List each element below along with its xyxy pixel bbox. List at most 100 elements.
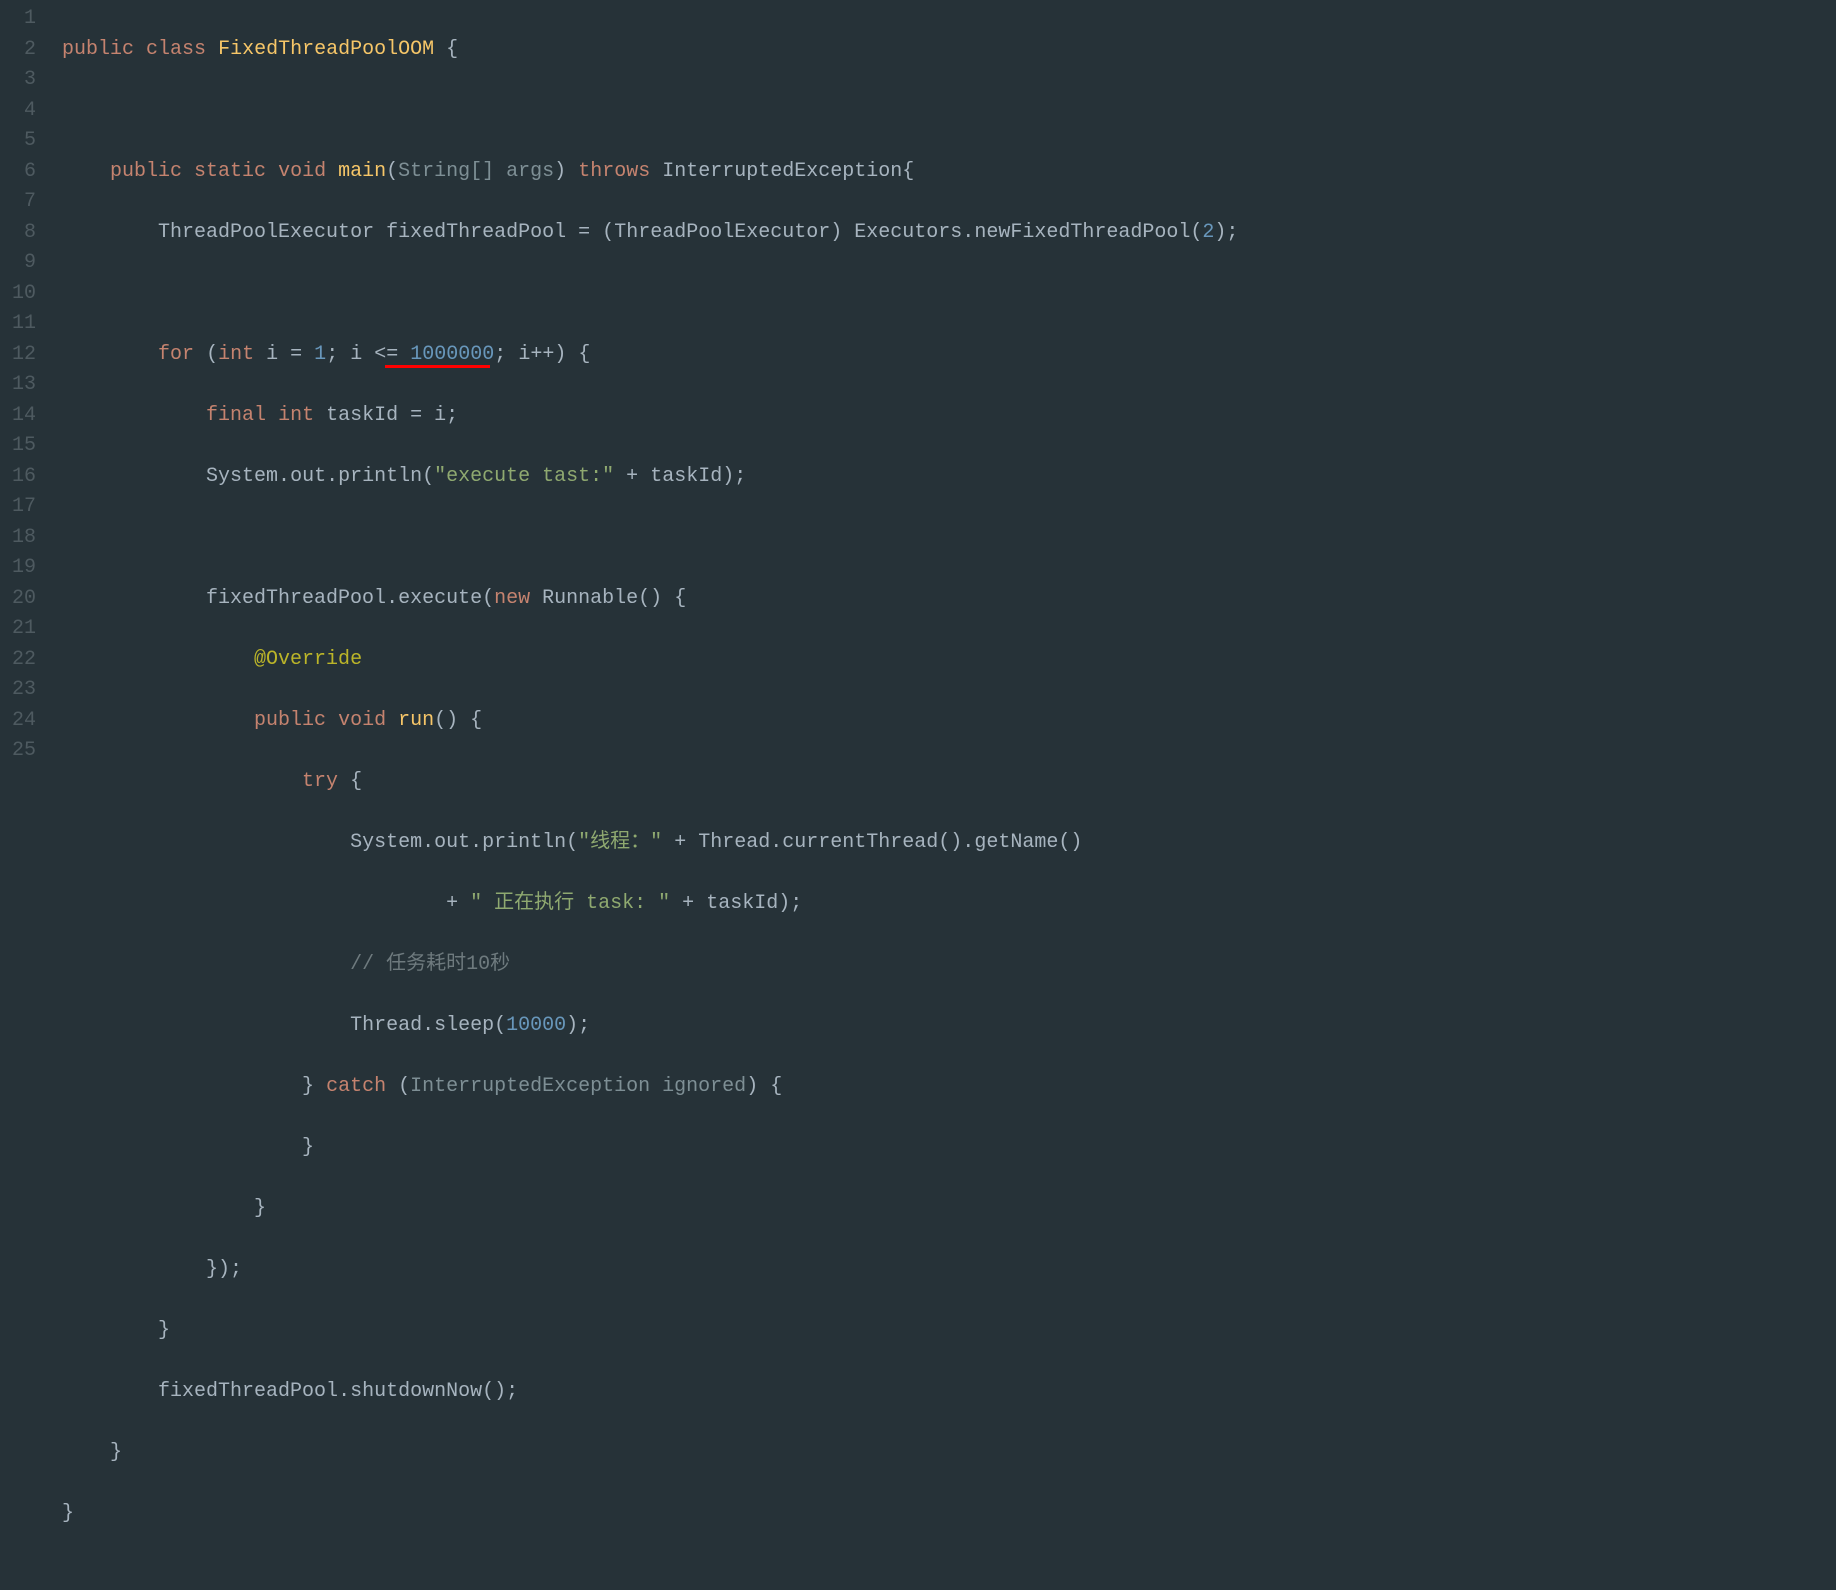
- code-line[interactable]: @Override: [50, 645, 1836, 676]
- line-number: 10: [0, 279, 36, 310]
- paren: ): [830, 221, 842, 244]
- code-line[interactable]: + " 正在执行 task: " + taskId);: [50, 889, 1836, 920]
- line-number: 14: [0, 401, 36, 432]
- line-number: 19: [0, 553, 36, 584]
- class-ref: Executors: [854, 221, 962, 244]
- dot: .: [470, 831, 482, 854]
- line-number: 13: [0, 370, 36, 401]
- semicolon: ;: [230, 1258, 242, 1281]
- operator: +: [626, 465, 638, 488]
- method-call: currentThread: [782, 831, 938, 854]
- code-line[interactable]: }: [50, 1438, 1836, 1469]
- method-call: println: [338, 465, 422, 488]
- paren: (: [1190, 221, 1202, 244]
- method-call: shutdownNow: [350, 1380, 482, 1403]
- keyword: int: [278, 404, 314, 427]
- semicolon: ;: [494, 343, 506, 366]
- code-line[interactable]: }: [50, 1133, 1836, 1164]
- keyword: class: [146, 38, 206, 61]
- code-line[interactable]: ThreadPoolExecutor fixedThreadPool = (Th…: [50, 218, 1836, 249]
- code-line[interactable]: } catch (InterruptedException ignored) {: [50, 1072, 1836, 1103]
- dot: .: [338, 1380, 350, 1403]
- line-number: 6: [0, 157, 36, 188]
- semicolon: ;: [734, 465, 746, 488]
- paren: ): [746, 1075, 758, 1098]
- line-number: 2: [0, 35, 36, 66]
- operator: +: [446, 892, 458, 915]
- code-line[interactable]: public void run() {: [50, 706, 1836, 737]
- class-ref: System: [350, 831, 422, 854]
- paren: ): [554, 343, 566, 366]
- type-ref: InterruptedException: [662, 160, 902, 183]
- keyword: static: [194, 160, 266, 183]
- line-number: 16: [0, 462, 36, 493]
- line-number: 25: [0, 736, 36, 767]
- class-ref: System: [206, 465, 278, 488]
- operator: ++: [530, 343, 554, 366]
- keyword: for: [158, 343, 194, 366]
- brace: {: [770, 1075, 782, 1098]
- variable: taskId: [326, 404, 398, 427]
- code-line[interactable]: System.out.println("execute tast:" + tas…: [50, 462, 1836, 493]
- code-line[interactable]: fixedThreadPool.shutdownNow();: [50, 1377, 1836, 1408]
- code-area[interactable]: public class FixedThreadPoolOOM { public…: [50, 4, 1836, 1590]
- keyword: public: [254, 709, 326, 732]
- method-name: main: [338, 160, 386, 183]
- semicolon: ;: [578, 1014, 590, 1037]
- dot: .: [962, 831, 974, 854]
- paren: ): [1214, 221, 1226, 244]
- string: "线程：": [578, 831, 662, 854]
- code-line[interactable]: try {: [50, 767, 1836, 798]
- line-number: 24: [0, 706, 36, 737]
- paren: (): [482, 1380, 506, 1403]
- string: " 正在执行 task: ": [470, 892, 670, 915]
- code-line[interactable]: public static void main(String[] args) t…: [50, 157, 1836, 188]
- line-number: 4: [0, 96, 36, 127]
- number: 1000000: [410, 343, 494, 366]
- code-line[interactable]: final int taskId = i;: [50, 401, 1836, 432]
- paren: (): [938, 831, 962, 854]
- code-line[interactable]: }: [50, 1499, 1836, 1530]
- variable: taskId: [650, 465, 722, 488]
- line-number: 12: [0, 340, 36, 371]
- line-number: 1: [0, 4, 36, 35]
- paren: (: [386, 160, 398, 183]
- line-number: 9: [0, 248, 36, 279]
- type-ref: ThreadPoolExecutor: [158, 221, 374, 244]
- keyword: new: [494, 587, 530, 610]
- code-line[interactable]: [50, 96, 1836, 127]
- code-line[interactable]: [50, 523, 1836, 554]
- method-call: getName: [974, 831, 1058, 854]
- code-line[interactable]: for (int i = 1; i <= 1000000; i++) {: [50, 340, 1836, 371]
- operator: =: [578, 221, 590, 244]
- code-line[interactable]: Thread.sleep(10000);: [50, 1011, 1836, 1042]
- line-number: 21: [0, 614, 36, 645]
- variable: i: [518, 343, 530, 366]
- code-line[interactable]: }: [50, 1316, 1836, 1347]
- operator: +: [682, 892, 694, 915]
- keyword: final: [206, 404, 266, 427]
- field-ref: out: [434, 831, 470, 854]
- line-number: 17: [0, 492, 36, 523]
- code-line[interactable]: fixedThreadPool.execute(new Runnable() {: [50, 584, 1836, 615]
- code-editor[interactable]: 1 2 3 4 5 6 7 8 9 10 11 12 13 14 15 16 1…: [0, 4, 1836, 1590]
- brace: {: [578, 343, 590, 366]
- paren: (: [494, 1014, 506, 1037]
- code-line[interactable]: }: [50, 1194, 1836, 1225]
- field-ref: out: [290, 465, 326, 488]
- type-ref: Runnable: [542, 587, 638, 610]
- brace: }: [302, 1075, 314, 1098]
- code-line[interactable]: // 任务耗时10秒: [50, 950, 1836, 981]
- class-name: FixedThreadPoolOOM: [218, 38, 434, 61]
- variable: fixedThreadPool: [206, 587, 386, 610]
- code-line[interactable]: public class FixedThreadPoolOOM {: [50, 35, 1836, 66]
- variable: taskId: [706, 892, 778, 915]
- code-line[interactable]: [50, 279, 1836, 310]
- line-number: 22: [0, 645, 36, 676]
- param: String[] args: [398, 160, 554, 183]
- code-line[interactable]: });: [50, 1255, 1836, 1286]
- paren: ): [554, 160, 566, 183]
- operator: +: [674, 831, 686, 854]
- code-line[interactable]: System.out.println("线程：" + Thread.curren…: [50, 828, 1836, 859]
- brace: {: [674, 587, 686, 610]
